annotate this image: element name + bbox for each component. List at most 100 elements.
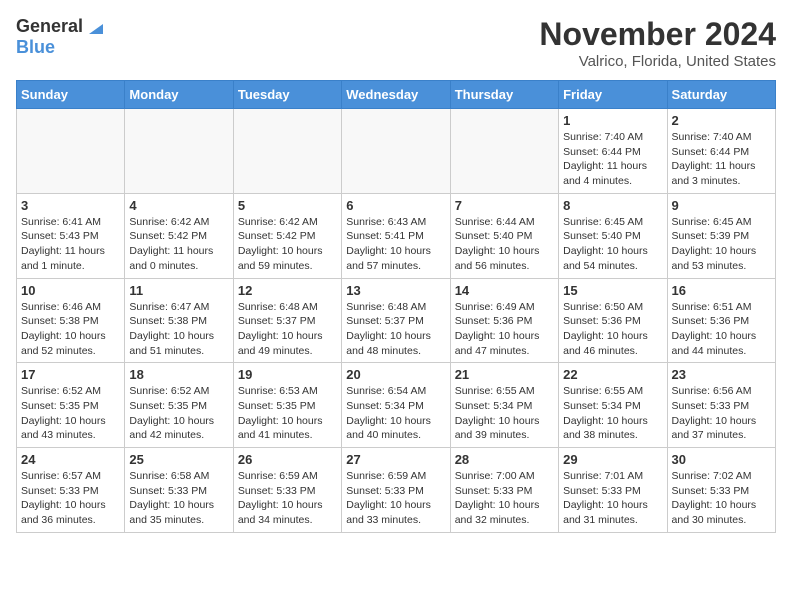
logo-triangle-icon: [85, 18, 103, 36]
day-number: 6: [346, 198, 445, 213]
calendar-cell: 18 Sunrise: 6:52 AM Sunset: 5:35 PM Dayli…: [125, 363, 233, 448]
calendar-cell: 22Sunrise: 6:55 AM Sunset: 5:34 PM Dayli…: [559, 363, 667, 448]
day-info: Sunrise: 6:43 AM Sunset: 5:41 PM Dayligh…: [346, 215, 445, 274]
calendar-cell: [233, 109, 341, 194]
day-info: Sunrise: 6:48 AM Sunset: 5:37 PM Dayligh…: [238, 300, 337, 359]
day-info: Sunrise: 6:52 AM Sunset: 5:35 PM Dayligh…: [21, 384, 120, 443]
logo-blue: Blue: [16, 37, 55, 58]
day-number: 1: [563, 113, 662, 128]
day-number: 19: [238, 367, 337, 382]
day-number: 15: [563, 283, 662, 298]
calendar-cell: 11 Sunrise: 6:47 AM Sunset: 5:38 PM Dayli…: [125, 278, 233, 363]
calendar-cell: 19 Sunrise: 6:53 AM Sunset: 5:35 PM Dayli…: [233, 363, 341, 448]
calendar-cell: 12 Sunrise: 6:48 AM Sunset: 5:37 PM Dayli…: [233, 278, 341, 363]
calendar-cell: 25 Sunrise: 6:58 AM Sunset: 5:33 PM Dayli…: [125, 448, 233, 533]
day-number: 17: [21, 367, 120, 382]
day-number: 20: [346, 367, 445, 382]
calendar-cell: 7 Sunrise: 6:44 AM Sunset: 5:40 PM Daylig…: [450, 193, 558, 278]
day-number: 7: [455, 198, 554, 213]
day-number: 11: [129, 283, 228, 298]
day-info: Sunrise: 7:40 AM Sunset: 6:44 PM Dayligh…: [672, 130, 771, 189]
page-header: General Blue November 2024 Valrico, Flor…: [16, 16, 776, 70]
calendar-cell: 21 Sunrise: 6:55 AM Sunset: 5:34 PM Dayli…: [450, 363, 558, 448]
day-number: 16: [672, 283, 771, 298]
calendar-cell: 10 Sunrise: 6:46 AM Sunset: 5:38 PM Dayli…: [17, 278, 125, 363]
day-number: 13: [346, 283, 445, 298]
weekday-header: Saturday: [667, 81, 775, 109]
calendar-cell: 24 Sunrise: 6:57 AM Sunset: 5:33 PM Dayli…: [17, 448, 125, 533]
calendar-week-row: 3Sunrise: 6:41 AM Sunset: 5:43 PM Daylig…: [17, 193, 776, 278]
logo: General Blue: [16, 16, 103, 58]
weekday-header: Friday: [559, 81, 667, 109]
day-info: Sunrise: 6:48 AM Sunset: 5:37 PM Dayligh…: [346, 300, 445, 359]
day-number: 30: [672, 452, 771, 467]
day-number: 9: [672, 198, 771, 213]
day-info: Sunrise: 6:53 AM Sunset: 5:35 PM Dayligh…: [238, 384, 337, 443]
calendar-cell: 29 Sunrise: 7:01 AM Sunset: 5:33 PM Dayli…: [559, 448, 667, 533]
day-info: Sunrise: 6:55 AM Sunset: 5:34 PM Dayligh…: [455, 384, 554, 443]
calendar-cell: 28 Sunrise: 7:00 AM Sunset: 5:33 PM Dayli…: [450, 448, 558, 533]
calendar-cell: 8Sunrise: 6:45 AM Sunset: 5:40 PM Daylig…: [559, 193, 667, 278]
calendar-cell: 20 Sunrise: 6:54 AM Sunset: 5:34 PM Dayli…: [342, 363, 450, 448]
calendar-week-row: 1 Sunrise: 7:40 AM Sunset: 6:44 PM Daylig…: [17, 109, 776, 194]
day-number: 2: [672, 113, 771, 128]
day-info: Sunrise: 6:51 AM Sunset: 5:36 PM Dayligh…: [672, 300, 771, 359]
day-number: 14: [455, 283, 554, 298]
calendar-cell: 1 Sunrise: 7:40 AM Sunset: 6:44 PM Daylig…: [559, 109, 667, 194]
calendar-cell: 6 Sunrise: 6:43 AM Sunset: 5:41 PM Daylig…: [342, 193, 450, 278]
day-number: 4: [129, 198, 228, 213]
calendar-cell: 17 Sunrise: 6:52 AM Sunset: 5:35 PM Dayli…: [17, 363, 125, 448]
day-info: Sunrise: 6:55 AM Sunset: 5:34 PM Dayligh…: [563, 384, 662, 443]
calendar-cell: 26Sunrise: 6:59 AM Sunset: 5:33 PM Dayli…: [233, 448, 341, 533]
day-info: Sunrise: 6:42 AM Sunset: 5:42 PM Dayligh…: [238, 215, 337, 274]
calendar-cell: 13 Sunrise: 6:48 AM Sunset: 5:37 PM Dayli…: [342, 278, 450, 363]
day-info: Sunrise: 7:00 AM Sunset: 5:33 PM Dayligh…: [455, 469, 554, 528]
weekday-header: Wednesday: [342, 81, 450, 109]
weekday-header: Thursday: [450, 81, 558, 109]
location: Valrico, Florida, United States: [539, 53, 776, 70]
calendar-week-row: 17 Sunrise: 6:52 AM Sunset: 5:35 PM Dayli…: [17, 363, 776, 448]
day-number: 23: [672, 367, 771, 382]
day-number: 10: [21, 283, 120, 298]
calendar-cell: 30Sunrise: 7:02 AM Sunset: 5:33 PM Dayli…: [667, 448, 775, 533]
weekday-header: Sunday: [17, 81, 125, 109]
day-info: Sunrise: 6:58 AM Sunset: 5:33 PM Dayligh…: [129, 469, 228, 528]
calendar-table: SundayMondayTuesdayWednesdayThursdayFrid…: [16, 80, 776, 533]
calendar-cell: [450, 109, 558, 194]
day-info: Sunrise: 7:40 AM Sunset: 6:44 PM Dayligh…: [563, 130, 662, 189]
day-number: 28: [455, 452, 554, 467]
day-number: 8: [563, 198, 662, 213]
day-number: 12: [238, 283, 337, 298]
calendar-cell: 15 Sunrise: 6:50 AM Sunset: 5:36 PM Dayli…: [559, 278, 667, 363]
day-info: Sunrise: 6:59 AM Sunset: 5:33 PM Dayligh…: [346, 469, 445, 528]
day-number: 18: [129, 367, 228, 382]
calendar-week-row: 24 Sunrise: 6:57 AM Sunset: 5:33 PM Dayli…: [17, 448, 776, 533]
day-info: Sunrise: 6:49 AM Sunset: 5:36 PM Dayligh…: [455, 300, 554, 359]
day-info: Sunrise: 6:44 AM Sunset: 5:40 PM Dayligh…: [455, 215, 554, 274]
day-info: Sunrise: 6:47 AM Sunset: 5:38 PM Dayligh…: [129, 300, 228, 359]
day-info: Sunrise: 6:50 AM Sunset: 5:36 PM Dayligh…: [563, 300, 662, 359]
calendar-cell: [17, 109, 125, 194]
calendar-cell: 2 Sunrise: 7:40 AM Sunset: 6:44 PM Daylig…: [667, 109, 775, 194]
calendar-header-row: SundayMondayTuesdayWednesdayThursdayFrid…: [17, 81, 776, 109]
calendar-cell: 27Sunrise: 6:59 AM Sunset: 5:33 PM Dayli…: [342, 448, 450, 533]
weekday-header: Monday: [125, 81, 233, 109]
calendar-cell: 4 Sunrise: 6:42 AM Sunset: 5:42 PM Daylig…: [125, 193, 233, 278]
day-number: 25: [129, 452, 228, 467]
day-number: 3: [21, 198, 120, 213]
day-info: Sunrise: 7:01 AM Sunset: 5:33 PM Dayligh…: [563, 469, 662, 528]
day-number: 24: [21, 452, 120, 467]
title-block: November 2024 Valrico, Florida, United S…: [539, 16, 776, 70]
day-info: Sunrise: 6:56 AM Sunset: 5:33 PM Dayligh…: [672, 384, 771, 443]
day-info: Sunrise: 6:52 AM Sunset: 5:35 PM Dayligh…: [129, 384, 228, 443]
weekday-header: Tuesday: [233, 81, 341, 109]
day-number: 5: [238, 198, 337, 213]
logo-general: General: [16, 16, 83, 37]
day-info: Sunrise: 6:42 AM Sunset: 5:42 PM Dayligh…: [129, 215, 228, 274]
calendar-cell: [125, 109, 233, 194]
day-info: Sunrise: 6:54 AM Sunset: 5:34 PM Dayligh…: [346, 384, 445, 443]
day-number: 21: [455, 367, 554, 382]
day-info: Sunrise: 6:57 AM Sunset: 5:33 PM Dayligh…: [21, 469, 120, 528]
day-number: 29: [563, 452, 662, 467]
day-info: Sunrise: 6:46 AM Sunset: 5:38 PM Dayligh…: [21, 300, 120, 359]
